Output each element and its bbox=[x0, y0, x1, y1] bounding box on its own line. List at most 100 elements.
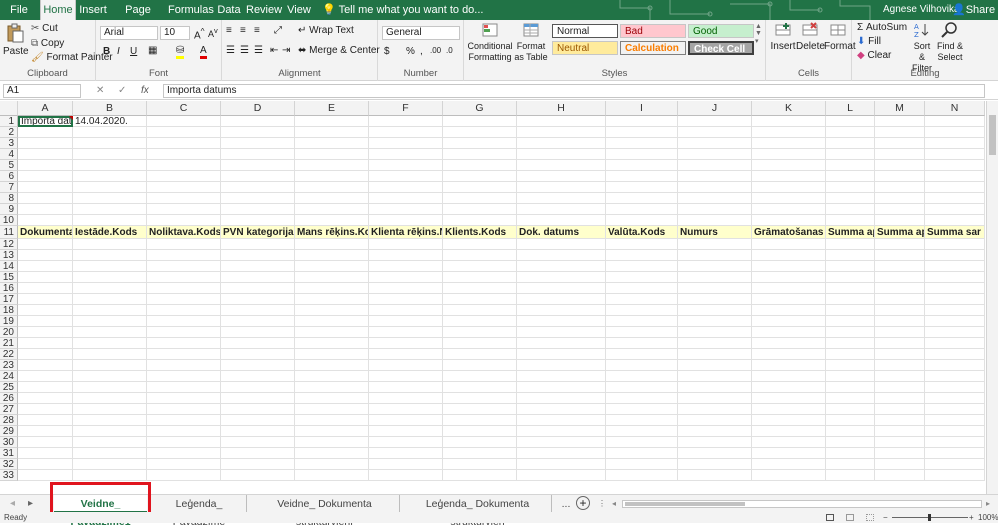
cell[interactable] bbox=[147, 182, 221, 193]
cell[interactable] bbox=[369, 316, 443, 327]
cell[interactable] bbox=[18, 261, 73, 272]
cell[interactable] bbox=[18, 239, 73, 250]
cell[interactable] bbox=[295, 448, 369, 459]
cell[interactable] bbox=[678, 204, 752, 215]
cell[interactable] bbox=[221, 393, 295, 404]
cell[interactable] bbox=[752, 470, 826, 481]
cell[interactable] bbox=[73, 127, 147, 138]
cell[interactable] bbox=[295, 272, 369, 283]
increase-decimal-icon[interactable]: .00 bbox=[430, 46, 441, 55]
cell[interactable] bbox=[826, 160, 875, 171]
cell[interactable] bbox=[606, 160, 678, 171]
vertical-scrollbar-thumb[interactable] bbox=[989, 115, 996, 155]
select-all-corner[interactable] bbox=[0, 101, 18, 116]
cell[interactable] bbox=[147, 250, 221, 261]
cell[interactable] bbox=[517, 415, 606, 426]
cell[interactable] bbox=[826, 415, 875, 426]
cell[interactable] bbox=[443, 127, 517, 138]
cell[interactable] bbox=[925, 426, 985, 437]
cell[interactable] bbox=[517, 382, 606, 393]
sheet-tab-veidne-dokumenta[interactable]: Veidne_ Dokumenta struktūrvienī bbox=[250, 495, 400, 528]
cell[interactable] bbox=[875, 215, 925, 226]
cell[interactable] bbox=[221, 338, 295, 349]
cell[interactable] bbox=[678, 316, 752, 327]
cell[interactable] bbox=[73, 272, 147, 283]
cell[interactable] bbox=[369, 305, 443, 316]
cell[interactable] bbox=[369, 171, 443, 182]
column-header-h[interactable]: H bbox=[517, 101, 606, 116]
bold-button[interactable]: B bbox=[103, 46, 110, 57]
cell[interactable] bbox=[147, 171, 221, 182]
cell[interactable] bbox=[295, 250, 369, 261]
cell[interactable] bbox=[147, 349, 221, 360]
cell[interactable] bbox=[147, 448, 221, 459]
cell[interactable] bbox=[678, 404, 752, 415]
cell[interactable] bbox=[369, 360, 443, 371]
cell[interactable] bbox=[73, 305, 147, 316]
tab-formulas[interactable]: Formulas bbox=[168, 0, 214, 20]
cell[interactable] bbox=[678, 470, 752, 481]
decrease-decimal-icon[interactable]: .0 bbox=[446, 46, 453, 55]
cell[interactable] bbox=[752, 448, 826, 459]
cell[interactable] bbox=[752, 327, 826, 338]
cell[interactable] bbox=[752, 239, 826, 250]
cell[interactable] bbox=[18, 138, 73, 149]
cell[interactable] bbox=[147, 426, 221, 437]
cell[interactable] bbox=[295, 215, 369, 226]
cell[interactable] bbox=[221, 138, 295, 149]
cell[interactable] bbox=[678, 371, 752, 382]
cell[interactable] bbox=[925, 171, 985, 182]
cell[interactable] bbox=[606, 283, 678, 294]
cell[interactable] bbox=[369, 294, 443, 305]
cell[interactable] bbox=[18, 393, 73, 404]
cell[interactable] bbox=[606, 239, 678, 250]
number-format-select[interactable]: General bbox=[382, 26, 460, 40]
cell[interactable] bbox=[678, 382, 752, 393]
cell[interactable] bbox=[443, 382, 517, 393]
cell[interactable] bbox=[925, 327, 985, 338]
cell[interactable] bbox=[18, 193, 73, 204]
cell[interactable] bbox=[443, 404, 517, 415]
align-right-icon[interactable]: ☰ bbox=[254, 45, 263, 56]
row-header[interactable]: 10 bbox=[0, 215, 18, 226]
cell[interactable] bbox=[369, 437, 443, 448]
cell[interactable] bbox=[443, 294, 517, 305]
cell[interactable] bbox=[875, 149, 925, 160]
cell[interactable] bbox=[678, 459, 752, 470]
cell[interactable] bbox=[875, 182, 925, 193]
cell[interactable] bbox=[875, 448, 925, 459]
cell[interactable] bbox=[517, 138, 606, 149]
cell[interactable] bbox=[147, 116, 221, 127]
cell[interactable] bbox=[875, 360, 925, 371]
cell[interactable] bbox=[73, 382, 147, 393]
cell[interactable] bbox=[606, 382, 678, 393]
cell[interactable] bbox=[221, 193, 295, 204]
cell[interactable] bbox=[826, 294, 875, 305]
cell[interactable] bbox=[369, 470, 443, 481]
cell[interactable] bbox=[606, 360, 678, 371]
cell[interactable] bbox=[443, 338, 517, 349]
cell[interactable] bbox=[752, 426, 826, 437]
cell[interactable] bbox=[147, 305, 221, 316]
cell[interactable] bbox=[443, 193, 517, 204]
cell[interactable] bbox=[875, 437, 925, 448]
cell[interactable] bbox=[221, 261, 295, 272]
cell[interactable] bbox=[826, 316, 875, 327]
row-header[interactable]: 14 bbox=[0, 261, 18, 272]
cell[interactable] bbox=[875, 415, 925, 426]
cell[interactable] bbox=[925, 459, 985, 470]
cell[interactable] bbox=[221, 294, 295, 305]
cell[interactable] bbox=[678, 239, 752, 250]
cell[interactable] bbox=[517, 349, 606, 360]
tab-view[interactable]: View bbox=[284, 0, 314, 20]
cell[interactable] bbox=[752, 193, 826, 204]
cell[interactable] bbox=[826, 404, 875, 415]
cell[interactable] bbox=[925, 272, 985, 283]
cell[interactable] bbox=[517, 149, 606, 160]
row-header[interactable]: 17 bbox=[0, 294, 18, 305]
delete-cells-button[interactable]: Delete bbox=[796, 22, 825, 52]
row-header[interactable]: 13 bbox=[0, 250, 18, 261]
cell[interactable] bbox=[73, 393, 147, 404]
cell[interactable] bbox=[678, 448, 752, 459]
column-header-l[interactable]: L bbox=[826, 101, 875, 116]
